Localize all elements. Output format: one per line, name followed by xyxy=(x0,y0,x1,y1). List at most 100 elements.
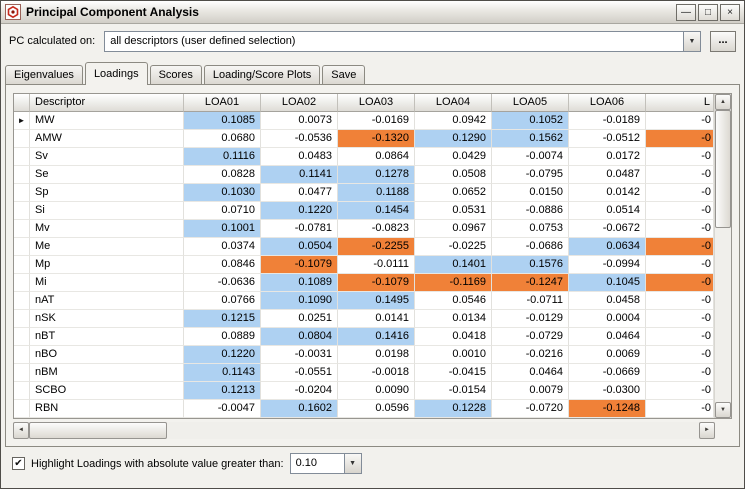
grid-cell-clipped[interactable]: -0 xyxy=(646,130,714,148)
grid-cell[interactable]: -0.0074 xyxy=(492,148,569,166)
grid-cell[interactable]: -0.0031 xyxy=(261,346,338,364)
grid-cell[interactable]: -0.0154 xyxy=(415,382,492,400)
grid-cell[interactable]: -0.0795 xyxy=(492,166,569,184)
grid-cell[interactable]: -0.0189 xyxy=(569,112,646,130)
grid-cell[interactable]: -0.1247 xyxy=(492,274,569,292)
grid-cell[interactable]: -0.0512 xyxy=(569,130,646,148)
grid-cell[interactable]: 0.0652 xyxy=(415,184,492,202)
grid-cell[interactable]: 0.0864 xyxy=(338,148,415,166)
highlight-checkbox[interactable]: ✔ xyxy=(12,457,25,470)
grid-cell-clipped[interactable]: -0 xyxy=(646,256,714,274)
close-button[interactable]: × xyxy=(720,3,740,21)
grid-cell[interactable]: -0.0169 xyxy=(338,112,415,130)
grid-cell[interactable]: 0.0134 xyxy=(415,310,492,328)
grid-cell[interactable]: 0.0634 xyxy=(569,238,646,256)
grid-cell[interactable]: 0.0141 xyxy=(338,310,415,328)
grid-cell[interactable]: -0.1320 xyxy=(338,130,415,148)
grid-cell[interactable]: -0.0047 xyxy=(184,400,261,418)
grid-cell[interactable]: -0.0823 xyxy=(338,220,415,238)
grid-cell[interactable]: 0.0477 xyxy=(261,184,338,202)
pc-combobox[interactable]: all descriptors (user defined selection)… xyxy=(104,30,701,52)
grid-cell-clipped[interactable]: -0 xyxy=(646,148,714,166)
grid-cell[interactable]: -0.0886 xyxy=(492,202,569,220)
grid-cell[interactable]: -0.2255 xyxy=(338,238,415,256)
column-header[interactable]: LOA05 xyxy=(492,94,569,112)
column-header[interactable]: LOA03 xyxy=(338,94,415,112)
grid-cell[interactable]: 0.1290 xyxy=(415,130,492,148)
row-label[interactable]: AMW xyxy=(30,130,184,148)
scroll-right-icon[interactable]: ► xyxy=(699,422,715,439)
tab-scores[interactable]: Scores xyxy=(149,65,202,84)
grid-cell[interactable]: 0.1215 xyxy=(184,310,261,328)
grid-cell[interactable]: -0.0018 xyxy=(338,364,415,382)
grid-cell-clipped[interactable]: -0 xyxy=(646,382,714,400)
grid-cell[interactable]: 0.0418 xyxy=(415,328,492,346)
scroll-up-icon[interactable]: ▲ xyxy=(715,94,731,110)
grid-cell[interactable]: 0.0753 xyxy=(492,220,569,238)
grid-cell[interactable]: 0.0150 xyxy=(492,184,569,202)
grid-cell-clipped[interactable]: -0 xyxy=(646,274,714,292)
grid-cell[interactable]: 0.0172 xyxy=(569,148,646,166)
grid-cell[interactable]: -0.1248 xyxy=(569,400,646,418)
grid-cell[interactable]: 0.1220 xyxy=(261,202,338,220)
row-label[interactable]: Mv xyxy=(30,220,184,238)
grid-cell[interactable]: 0.0374 xyxy=(184,238,261,256)
grid-cell[interactable]: -0.0551 xyxy=(261,364,338,382)
tab-loading-score-plots[interactable]: Loading/Score Plots xyxy=(203,65,321,84)
highlight-checkbox-label[interactable]: Highlight Loadings with absolute value g… xyxy=(31,458,284,470)
grid-cell[interactable]: 0.1495 xyxy=(338,292,415,310)
row-label[interactable]: nBO xyxy=(30,346,184,364)
column-header-clipped[interactable]: L xyxy=(646,94,714,112)
row-label[interactable]: Me xyxy=(30,238,184,256)
grid-cell[interactable]: 0.0464 xyxy=(569,328,646,346)
grid-cell[interactable]: 0.1220 xyxy=(184,346,261,364)
grid-cell[interactable]: 0.0090 xyxy=(338,382,415,400)
maximize-button[interactable]: □ xyxy=(698,3,718,21)
tab-save[interactable]: Save xyxy=(322,65,366,84)
grid-cell-clipped[interactable]: -0 xyxy=(646,400,714,418)
grid-cell[interactable]: 0.0069 xyxy=(569,346,646,364)
grid-cell-clipped[interactable]: -0 xyxy=(646,184,714,202)
grid-cell[interactable]: 0.1416 xyxy=(338,328,415,346)
grid-cell-clipped[interactable]: -0 xyxy=(646,292,714,310)
vertical-scrollbar[interactable]: ▲ ▼ xyxy=(714,94,731,418)
column-header[interactable]: LOA02 xyxy=(261,94,338,112)
grid-cell[interactable]: 0.1001 xyxy=(184,220,261,238)
scroll-down-icon[interactable]: ▼ xyxy=(715,402,731,418)
grid-cell[interactable]: 0.1602 xyxy=(261,400,338,418)
grid-cell[interactable]: 0.0710 xyxy=(184,202,261,220)
grid-cell[interactable]: -0.0204 xyxy=(261,382,338,400)
grid-cell[interactable]: 0.1278 xyxy=(338,166,415,184)
grid-cell[interactable]: 0.1085 xyxy=(184,112,261,130)
scroll-left-icon[interactable]: ◄ xyxy=(13,422,29,439)
tab-eigenvalues[interactable]: Eigenvalues xyxy=(5,65,83,84)
grid-cell[interactable]: -0.0994 xyxy=(569,256,646,274)
chevron-down-icon[interactable]: ▼ xyxy=(683,31,700,51)
grid-cell[interactable]: 0.0514 xyxy=(569,202,646,220)
grid-cell[interactable]: 0.0079 xyxy=(492,382,569,400)
grid-cell[interactable]: 0.0073 xyxy=(261,112,338,130)
grid-cell[interactable]: 0.0804 xyxy=(261,328,338,346)
grid-cell[interactable]: -0.0672 xyxy=(569,220,646,238)
column-header[interactable]: LOA01 xyxy=(184,94,261,112)
grid-cell[interactable]: -0.0720 xyxy=(492,400,569,418)
grid-cell[interactable]: 0.0458 xyxy=(569,292,646,310)
row-label[interactable]: Mi xyxy=(30,274,184,292)
grid-cell[interactable]: 0.1030 xyxy=(184,184,261,202)
grid-cell[interactable]: 0.0198 xyxy=(338,346,415,364)
grid-cell[interactable]: -0.0781 xyxy=(261,220,338,238)
grid-cell[interactable]: 0.0846 xyxy=(184,256,261,274)
grid-cell[interactable]: -0.0636 xyxy=(184,274,261,292)
grid-cell[interactable]: 0.0004 xyxy=(569,310,646,328)
grid-cell[interactable]: 0.1562 xyxy=(492,130,569,148)
row-label[interactable]: Si xyxy=(30,202,184,220)
grid-cell[interactable]: -0.0686 xyxy=(492,238,569,256)
horizontal-scrollbar[interactable]: ◄ ► xyxy=(13,422,715,439)
grid-cell[interactable]: -0.0129 xyxy=(492,310,569,328)
horizontal-scrollbar-thumb[interactable] xyxy=(29,422,167,439)
grid-cell[interactable]: 0.0596 xyxy=(338,400,415,418)
grid-cell-clipped[interactable]: -0 xyxy=(646,220,714,238)
grid-cell[interactable]: 0.0487 xyxy=(569,166,646,184)
row-label[interactable]: Sv xyxy=(30,148,184,166)
grid-cell[interactable]: 0.1401 xyxy=(415,256,492,274)
